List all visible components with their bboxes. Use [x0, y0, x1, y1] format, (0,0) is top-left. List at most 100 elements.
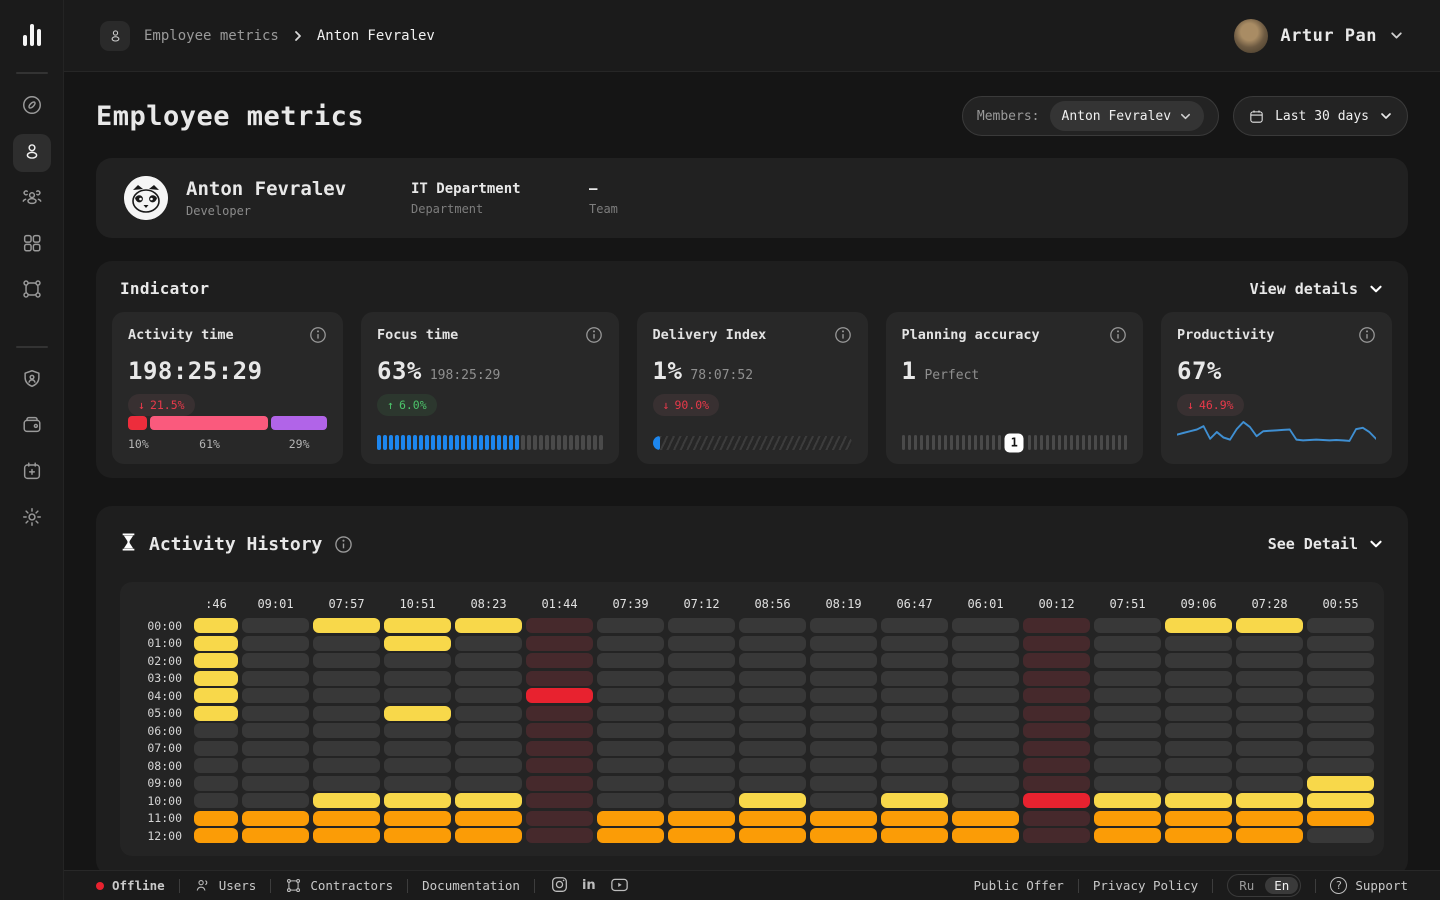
column-header: :46 — [194, 597, 238, 611]
info-icon[interactable] — [834, 326, 852, 344]
activity-cell — [952, 758, 1019, 773]
metric-subvalue: 198:25:29 — [430, 368, 500, 383]
dash — [419, 435, 423, 450]
dash — [563, 435, 567, 450]
activity-cell — [810, 636, 877, 651]
view-details-button[interactable]: View details — [1250, 280, 1384, 298]
activity-cell — [952, 793, 1019, 808]
dash — [527, 435, 531, 450]
activity-cell — [881, 671, 948, 686]
date-range-select[interactable]: Last 30 days — [1233, 96, 1408, 136]
activity-cell — [739, 793, 806, 808]
connection-status: Offline — [96, 878, 165, 893]
activity-cell — [668, 758, 735, 773]
sidebar-item-apps[interactable] — [13, 226, 51, 264]
sidebar-item-calendar[interactable] — [13, 454, 51, 492]
column-header: 07:57 — [313, 597, 380, 611]
dash — [1064, 435, 1068, 450]
dash — [1106, 435, 1110, 450]
activity-cell — [810, 618, 877, 633]
row-label: 11:00 — [130, 811, 190, 825]
sidebar-item-team[interactable] — [13, 180, 51, 218]
activity-cell — [1307, 776, 1374, 791]
activity-cell — [1165, 828, 1232, 843]
sidebar-item-dashboard[interactable] — [13, 88, 51, 126]
info-icon[interactable] — [309, 326, 327, 344]
lang-en-button[interactable]: En — [1265, 877, 1298, 894]
activity-cell — [668, 671, 735, 686]
dash — [902, 435, 906, 450]
footer-link-privacy-policy[interactable]: Privacy Policy — [1093, 878, 1198, 893]
contractors-icon — [285, 877, 302, 894]
department-label: Department — [411, 202, 589, 216]
column-header: 09:01 — [242, 597, 309, 611]
activity-cell — [313, 618, 380, 633]
metric-title: Activity time — [128, 327, 234, 343]
dash — [968, 435, 972, 450]
column-header: 01:44 — [526, 597, 593, 611]
activity-cell — [1094, 758, 1161, 773]
activity-cell — [1165, 688, 1232, 703]
activity-cell — [1165, 811, 1232, 826]
activity-cell — [1236, 811, 1303, 826]
breadcrumb-section[interactable]: Employee metrics — [144, 28, 279, 44]
activity-cell — [1023, 653, 1090, 668]
delivery-index-progress-bar — [653, 436, 852, 450]
activity-cell — [810, 828, 877, 843]
activity-cell — [526, 758, 593, 773]
info-icon[interactable] — [1109, 326, 1127, 344]
footer-link-contractors[interactable]: Contractors — [285, 877, 393, 894]
see-detail-button[interactable]: See Detail — [1268, 535, 1384, 553]
sidebar-item-settings[interactable] — [13, 500, 51, 538]
sidebar-item-employee[interactable] — [13, 134, 51, 172]
info-icon[interactable] — [1358, 326, 1376, 344]
activity-cell — [384, 741, 451, 756]
activity-cell — [455, 723, 522, 738]
activity-time-segment-labels: 10%61%29% — [128, 437, 327, 451]
dash — [938, 435, 942, 450]
metric-card-productivity: Productivity 67% ↓46.9% — [1161, 312, 1392, 464]
members-select[interactable]: Members: Anton Fevralev — [962, 96, 1219, 136]
lang-ru-button[interactable]: Ru — [1230, 877, 1263, 894]
activity-cell — [455, 758, 522, 773]
dash — [545, 435, 549, 450]
footer-link-public-offer[interactable]: Public Offer — [974, 878, 1064, 893]
activity-cell — [952, 723, 1019, 738]
segment-label: 10% — [128, 437, 148, 451]
sidebar-item-admin[interactable] — [13, 362, 51, 400]
activity-cell — [668, 636, 735, 651]
activity-cell — [668, 811, 735, 826]
metric-card-planning-accuracy: Planning accuracy 1 Perfect 1 — [886, 312, 1144, 464]
user-menu[interactable]: Artur Pan — [1234, 19, 1404, 53]
activity-cell — [1236, 776, 1303, 791]
linkedin-icon[interactable]: in — [582, 878, 596, 893]
row-label: 01:00 — [130, 636, 190, 650]
change-badge: ↓21.5% — [128, 394, 195, 416]
sidebar-item-wallet[interactable] — [13, 408, 51, 446]
activity-cell — [242, 776, 309, 791]
instagram-icon[interactable] — [551, 876, 568, 896]
breadcrumb-person-icon — [100, 21, 130, 51]
activity-cell — [242, 811, 309, 826]
dash — [920, 435, 924, 450]
dash — [389, 435, 393, 450]
activity-cell — [455, 741, 522, 756]
footer-link-support[interactable]: ? Support — [1330, 877, 1408, 894]
activity-cell — [313, 706, 380, 721]
activity-cell — [1094, 723, 1161, 738]
activity-cell — [1165, 706, 1232, 721]
activity-cell — [881, 618, 948, 633]
sidebar-item-contractors[interactable] — [13, 272, 51, 310]
info-icon[interactable] — [334, 535, 353, 554]
chevron-down-icon — [1368, 281, 1384, 297]
activity-cell — [194, 828, 238, 843]
language-toggle: Ru En — [1227, 874, 1301, 897]
footer-link-documentation[interactable]: Documentation — [422, 878, 520, 893]
app-logo-icon[interactable] — [23, 20, 41, 46]
planning-marker: 1 — [1005, 433, 1024, 452]
users-icon — [194, 877, 211, 894]
dash — [407, 435, 411, 450]
info-icon[interactable] — [585, 326, 603, 344]
footer-link-users[interactable]: Users — [194, 877, 257, 894]
youtube-icon[interactable] — [610, 876, 629, 896]
